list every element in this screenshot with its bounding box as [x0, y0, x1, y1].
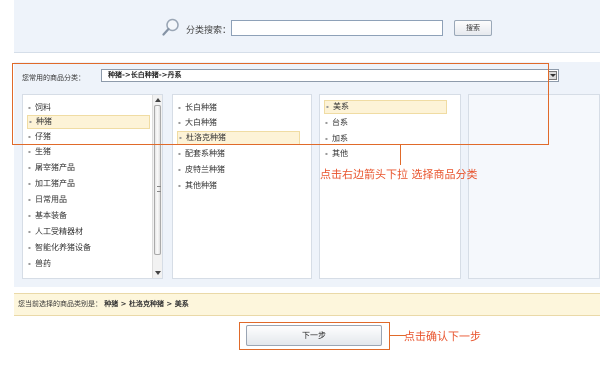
level1-item[interactable]: 日常用品: [27, 193, 67, 207]
annotation-dropdown-hint: 点击右边箭头下拉 选择商品分类: [320, 168, 478, 181]
level1-item[interactable]: 智能化养猪设备: [27, 241, 91, 255]
search-label: 分类搜索：: [186, 26, 232, 36]
magnifier-icon: [162, 18, 179, 36]
level2-item[interactable]: 皮特兰种猪: [177, 163, 225, 177]
search-button[interactable]: 搜索: [454, 20, 492, 36]
search-bar: 分类搜索： 搜索: [14, 0, 600, 53]
annotation-connector: [400, 145, 401, 165]
level1-item[interactable]: 基本装备: [27, 209, 67, 223]
level2-item[interactable]: 配套系种猪: [177, 147, 225, 161]
level2-item[interactable]: 其他种猪: [177, 179, 217, 193]
category-search-input[interactable]: [231, 20, 443, 36]
level1-item[interactable]: 兽药: [27, 257, 51, 271]
level1-item[interactable]: 生猪: [27, 145, 51, 159]
level1-item[interactable]: 人工受精器材: [27, 225, 83, 239]
annotation-next-hint: 点击确认下一步: [404, 330, 481, 343]
level3-item[interactable]: 其他: [324, 147, 348, 161]
annotation-box-categories: [12, 63, 549, 145]
selected-path-label: 您当前选择的商品类别是：: [18, 300, 102, 308]
scroll-down-arrow-icon[interactable]: [155, 271, 161, 275]
dropdown-arrow-icon[interactable]: [548, 71, 557, 80]
level1-item[interactable]: 加工猪产品: [27, 177, 75, 191]
selected-path-value: 种猪 > 杜洛克种猪 > 美系: [104, 300, 189, 308]
next-step-button[interactable]: 下一步: [246, 325, 382, 346]
selected-path-bar: 您当前选择的商品类别是： 种猪 > 杜洛克种猪 > 美系: [14, 293, 600, 316]
level1-item[interactable]: 屠宰猪产品: [27, 161, 75, 175]
